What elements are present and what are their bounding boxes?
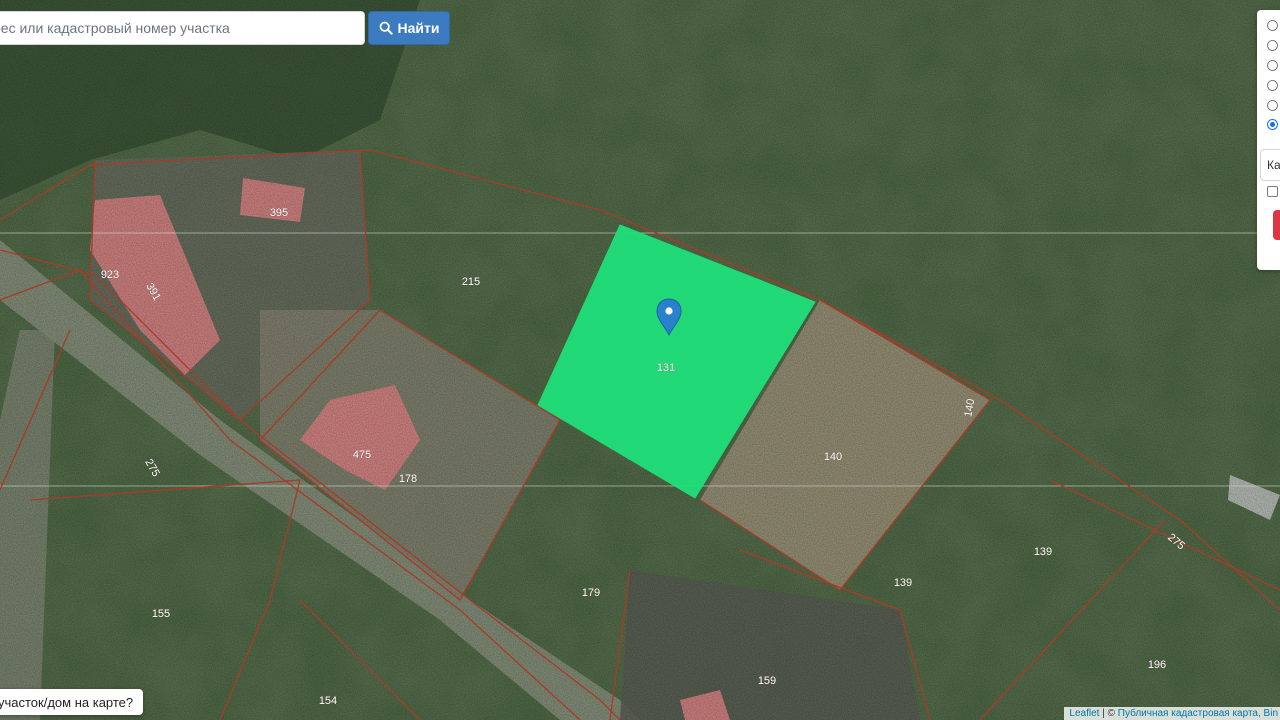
find-on-map-button[interactable]: участок/дом на карте? <box>0 689 144 715</box>
map-attribution: Leaflet | © Публичная кадастровая карта,… <box>1064 707 1280 720</box>
parcel-label-139-a: 139 <box>1034 546 1052 558</box>
layer-radio-3[interactable] <box>1267 60 1278 71</box>
search-field[interactable] <box>0 11 374 45</box>
layer-control-panel: Ка <box>1257 10 1280 270</box>
clear-button[interactable] <box>1273 210 1280 240</box>
parcel-label-178: 178 <box>399 473 417 485</box>
layer-checkbox[interactable] <box>1267 186 1278 197</box>
layer-radio-1[interactable] <box>1267 20 1278 31</box>
map-layer[interactable]: 395923391 2151314751782751401401791391392… <box>0 0 1280 720</box>
layer-radio-5[interactable] <box>1267 100 1278 111</box>
layer-radio-4[interactable] <box>1267 80 1278 91</box>
parcel-label-139-b: 139 <box>894 577 912 589</box>
layer-radio-2[interactable] <box>1267 40 1278 51</box>
search-input[interactable] <box>0 12 374 44</box>
cadastral-map-link[interactable]: Публичная кадастровая карта, Bin <box>1118 708 1278 719</box>
parcel-label-215: 215 <box>462 276 480 288</box>
search-button[interactable]: Найти <box>368 11 450 45</box>
search-button-label: Найти <box>397 20 440 36</box>
parcel-label-159: 159 <box>758 675 776 687</box>
parcel-label-923: 923 <box>101 269 119 281</box>
parcel-label-155: 155 <box>152 608 170 620</box>
parcel-label-475: 475 <box>353 449 371 461</box>
find-on-map-label: участок/дом на карте? <box>0 694 134 710</box>
layer-radio-6[interactable] <box>1267 119 1278 130</box>
parcel-label-179: 179 <box>582 587 600 599</box>
leaflet-link[interactable]: Leaflet <box>1069 708 1099 719</box>
attribution-separator: | © <box>1099 708 1118 719</box>
search-icon <box>379 21 393 35</box>
parcel-label-131: 131 <box>657 362 675 374</box>
parcel-label-196: 196 <box>1148 659 1166 671</box>
parcel-label-154: 154 <box>319 695 337 707</box>
layer-select[interactable]: Ка <box>1260 149 1280 181</box>
satellite-map[interactable]: 395 923 391 215 131 475 178 275 140 140 179 139 139 2… <box>0 0 1280 720</box>
parcel-label-140: 140 <box>824 451 842 463</box>
parcel-label-395: 395 <box>270 207 288 219</box>
